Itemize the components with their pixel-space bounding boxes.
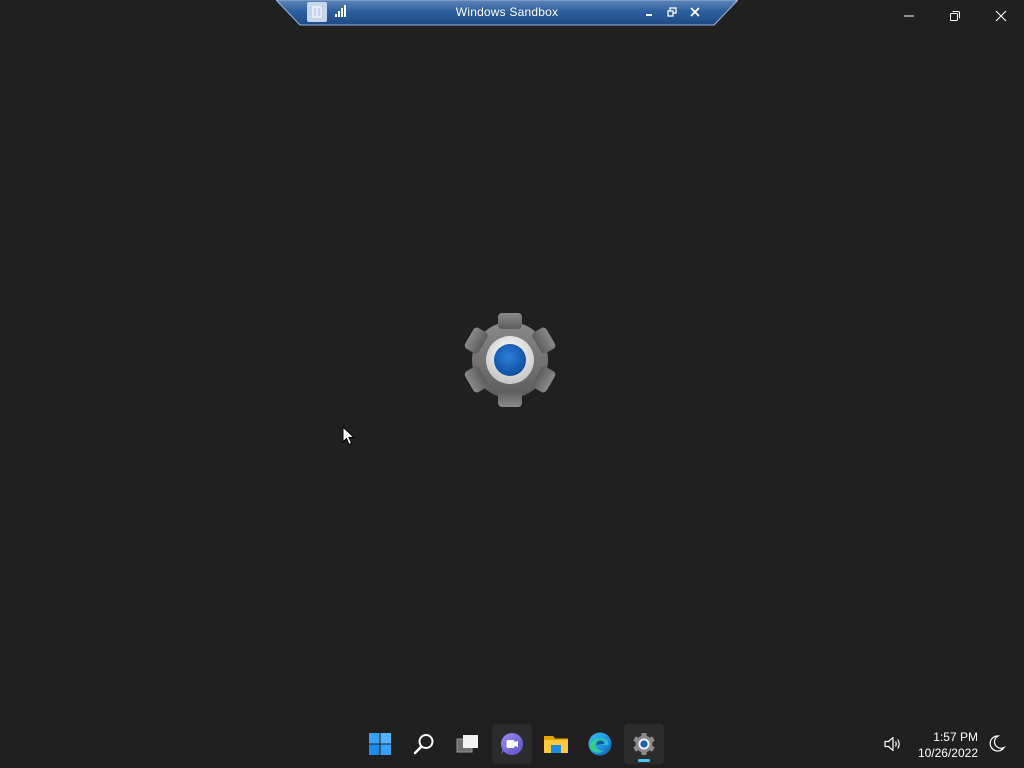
taskbar-settings-button[interactable] — [624, 724, 664, 764]
task-view-icon — [456, 735, 478, 753]
connection-minimize-button[interactable] — [640, 3, 658, 21]
close-icon — [995, 10, 1007, 22]
taskbar-clock[interactable]: 1:57 PM 10/26/2022 — [918, 729, 978, 761]
taskbar-start-button[interactable] — [360, 724, 400, 764]
taskbar-chat-button[interactable] — [492, 724, 532, 764]
moon-icon[interactable] — [988, 734, 1006, 754]
window-restore-button[interactable] — [932, 0, 978, 32]
teams-chat-icon — [501, 733, 523, 755]
volume-icon[interactable] — [883, 734, 903, 754]
taskbar: 1:57 PM 10/26/2022 — [0, 720, 1024, 768]
mouse-cursor — [342, 426, 356, 446]
desktop: Windows Sandbox 1:57 PM 10/26/2022 — [0, 0, 1024, 768]
window-minimize-button[interactable] — [886, 0, 932, 32]
edge-icon — [588, 732, 612, 756]
connection-restore-button[interactable] — [663, 3, 681, 21]
close-icon — [690, 7, 700, 17]
restore-icon — [667, 7, 677, 17]
settings-gear-icon — [464, 313, 556, 407]
connection-close-button[interactable] — [686, 3, 704, 21]
clock-date: 10/26/2022 — [917, 746, 978, 760]
clock-time: 1:57 PM — [933, 730, 978, 744]
folder-icon — [544, 736, 568, 753]
minimize-icon — [646, 14, 652, 16]
search-icon — [413, 734, 434, 755]
taskbar-search-button[interactable] — [404, 724, 444, 764]
active-app-indicator — [638, 759, 650, 762]
restore-icon — [950, 11, 960, 21]
settings-icon — [633, 733, 655, 755]
taskbar-task-view-button[interactable] — [448, 724, 488, 764]
connection-bar: Windows Sandbox — [276, 0, 738, 26]
taskbar-edge-button[interactable] — [580, 724, 620, 764]
taskbar-file-explorer-button[interactable] — [536, 724, 576, 764]
minimize-icon — [904, 15, 914, 17]
window-close-button[interactable] — [978, 0, 1024, 32]
windows-start-icon — [369, 733, 391, 755]
